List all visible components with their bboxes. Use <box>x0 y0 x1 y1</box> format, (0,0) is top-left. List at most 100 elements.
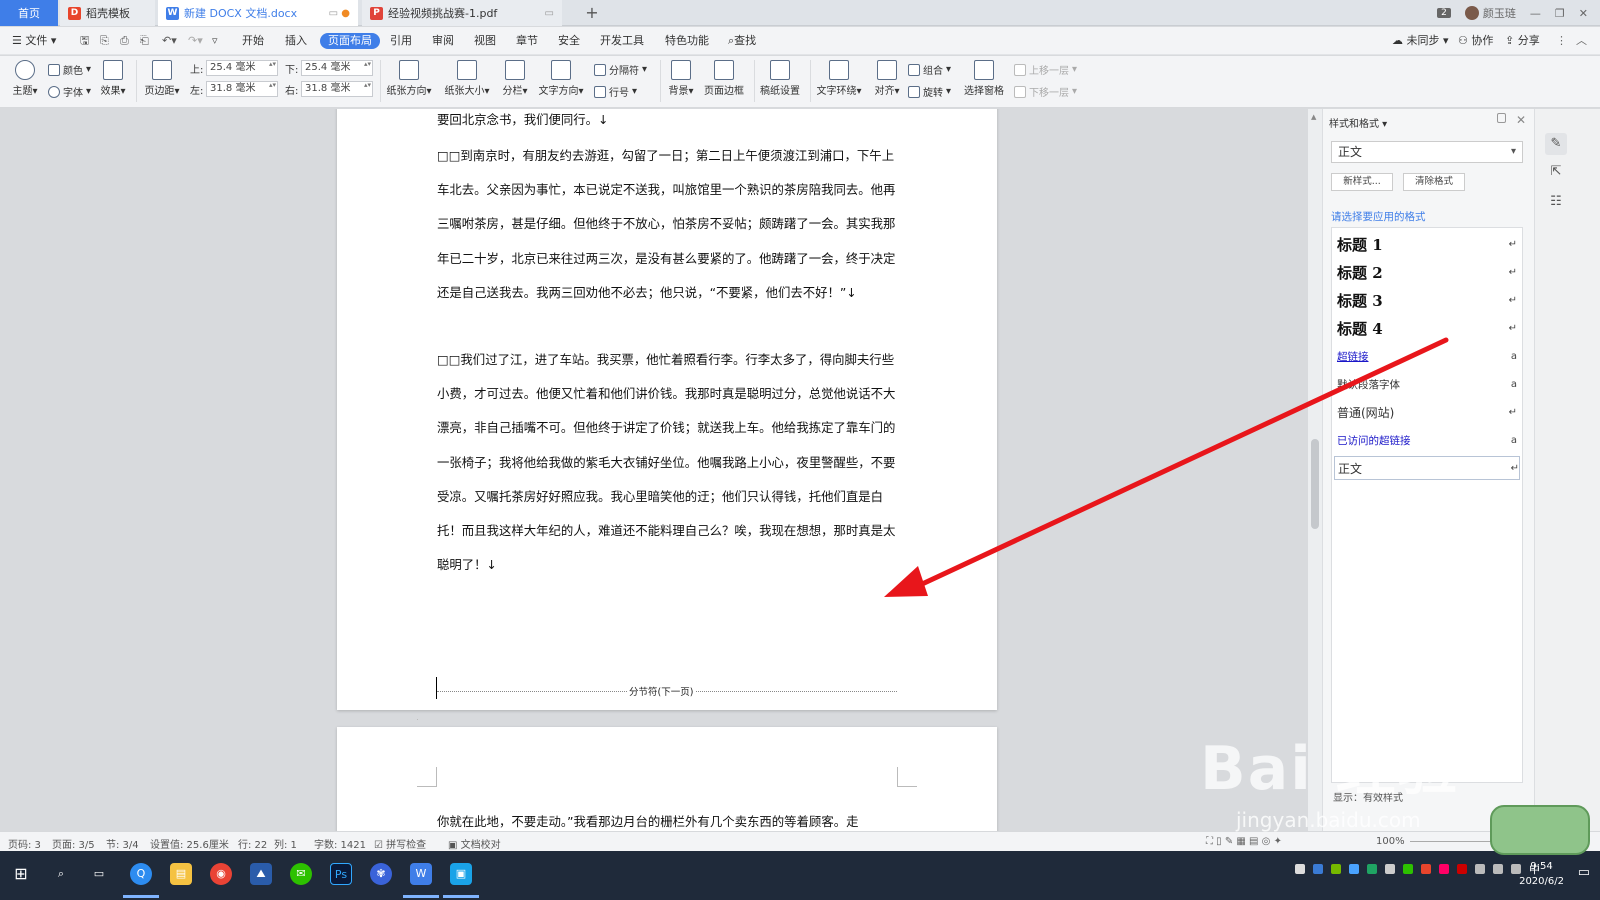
shield-icon[interactable] <box>1349 864 1359 874</box>
app-window-icon[interactable]: ▣ <box>450 863 472 885</box>
paragraph[interactable]: □□到南京时，有朋友约去游逛，勾留了一日；第二日上午便须渡江到浦口，下午上车北去… <box>437 139 897 310</box>
tray-icon[interactable] <box>1457 864 1467 874</box>
tray-icon[interactable] <box>1367 864 1377 874</box>
wechat-icon[interactable]: ✉ <box>290 863 312 885</box>
status-page[interactable]: 页面: 3/5 <box>52 836 95 851</box>
selection-pane-button[interactable]: 选择窗格 <box>962 60 1006 97</box>
menu-page-layout[interactable]: 页面布局 <box>320 33 380 49</box>
task-view-icon[interactable]: ▭ <box>88 863 110 885</box>
tab-document[interactable]: W 新建 DOCX 文档.docx ▭ ● <box>158 0 358 26</box>
columns-button[interactable]: 分栏▾ <box>498 60 532 97</box>
style-item[interactable]: 标题 2 ↵ <box>1337 260 1517 284</box>
paper-size-button[interactable]: 纸张大小▾ <box>442 60 492 97</box>
quick-format-icon[interactable]: ⎘ <box>100 33 109 49</box>
quick-save-icon[interactable]: 🖫 <box>80 33 89 49</box>
style-item[interactable]: 正文 ↵ <box>1334 456 1520 480</box>
breaks-button[interactable]: 分隔符 ▾ <box>594 62 647 77</box>
rotate-button[interactable]: 旋转 ▾ <box>908 84 951 99</box>
document-area[interactable]: 要回北京念书，我们便同行。↓ □□到南京时，有朋友约去游逛，勾留了一日；第二日上… <box>0 109 1320 831</box>
style-item[interactable]: 超链接 a <box>1337 344 1517 368</box>
chrome-icon[interactable]: ◉ <box>210 863 232 885</box>
wps-icon[interactable]: W <box>410 863 432 885</box>
settings-sliders-icon[interactable]: ☷ <box>1545 191 1567 213</box>
network-icon[interactable] <box>1475 864 1485 874</box>
style-item[interactable]: 已访问的超链接 a <box>1337 428 1517 452</box>
volume-icon[interactable] <box>1493 864 1503 874</box>
user-account[interactable]: 颜玉琏 <box>1464 5 1516 21</box>
new-style-button[interactable]: 新样式... <box>1331 173 1393 191</box>
right-margin-input[interactable]: 31.8 毫米 <box>301 81 373 97</box>
restore-icon[interactable]: ❐ <box>1555 7 1565 20</box>
paragraph[interactable]: □□我们过了江，进了车站。我买票，他忙着照看行李。行李太多了，得向脚夫行些小费，… <box>437 343 897 582</box>
menu-chapter[interactable]: 章节 <box>516 33 538 49</box>
scroll-up-icon[interactable]: ▲ <box>1311 113 1316 121</box>
menu-references[interactable]: 引用 <box>390 33 412 49</box>
menu-security[interactable]: 安全 <box>558 33 580 49</box>
minimize-icon[interactable]: — <box>1530 7 1541 20</box>
orientation-button[interactable]: 纸张方向▾ <box>384 60 434 97</box>
style-item[interactable]: 默认段落字体 a <box>1337 372 1517 396</box>
bring-forward-button[interactable]: 上移一层 ▾ <box>1014 62 1077 77</box>
spell-check-button[interactable]: ☑ 拼写检查 <box>374 836 426 851</box>
menu-special[interactable]: 特色功能 <box>665 33 709 49</box>
share-button[interactable]: ⇪ 分享 <box>1505 33 1540 49</box>
print-icon[interactable]: ⎙ <box>120 33 129 49</box>
background-button[interactable]: 背景▾ <box>664 60 698 97</box>
tab-pdf-window-icon[interactable]: ▭ <box>545 8 554 19</box>
text-direction-button[interactable]: 文字方向▾ <box>536 60 586 97</box>
window-count-badge[interactable]: 2 <box>1437 8 1451 18</box>
color-button[interactable]: 颜色 ▾ <box>48 62 91 77</box>
font-button[interactable]: 字体 ▾ <box>48 84 91 99</box>
panel-title[interactable]: 样式和格式 ▾ <box>1329 115 1387 130</box>
margins-button[interactable]: 页边距▾ <box>142 60 182 97</box>
image-app-icon[interactable]: ⛰ <box>250 863 272 885</box>
menu-insert[interactable]: 插入 <box>285 33 307 49</box>
status-words[interactable]: 字数: 1421 <box>314 836 366 851</box>
tray-icon[interactable] <box>1421 864 1431 874</box>
view-mode-icons[interactable]: ⛶ ▯ ✎ ▦ ▤ ◎ ✦ <box>1206 836 1282 847</box>
menu-review[interactable]: 审阅 <box>432 33 454 49</box>
style-item[interactable]: 标题 1 ↵ <box>1337 232 1517 256</box>
line-numbers-button[interactable]: 行号 ▾ <box>594 84 637 99</box>
style-item[interactable]: 标题 3 ↵ <box>1337 288 1517 312</box>
left-margin-input[interactable]: 31.8 毫米 <box>206 81 278 97</box>
notification-icon[interactable]: ▭ <box>1578 865 1590 880</box>
align-button[interactable]: 对齐▾ <box>870 60 904 97</box>
vertical-scrollbar[interactable]: ▲ <box>1308 109 1322 831</box>
manuscript-button[interactable]: 稿纸设置 <box>758 60 802 97</box>
page-border-button[interactable]: 页面边框 <box>702 60 746 97</box>
style-list[interactable]: 标题 1 ↵ 标题 2 ↵ 标题 3 ↵ 标题 4 ↵ 超链接 a 默认段落字体 a 普通(网站) ↵ 已访… <box>1331 227 1523 783</box>
clock[interactable]: 9:54 2020/6/2 <box>1519 859 1564 889</box>
top-margin-input[interactable]: 25.4 毫米 <box>206 60 278 76</box>
search-icon[interactable]: ⌕ <box>50 863 72 885</box>
customize-toolbar-icon[interactable]: ▿ <box>212 33 218 49</box>
baidu-icon[interactable]: ✾ <box>370 863 392 885</box>
tray-icon[interactable] <box>1313 864 1323 874</box>
system-tray[interactable]: 中 <box>1295 861 1540 877</box>
wechat-tray-icon[interactable] <box>1403 864 1413 874</box>
nvidia-icon[interactable] <box>1331 864 1341 874</box>
tray-icon[interactable] <box>1295 864 1305 874</box>
scrollbar-thumb[interactable] <box>1311 439 1319 529</box>
tab-home[interactable]: 首页 <box>0 0 58 26</box>
close-icon[interactable]: ✕ <box>1579 7 1588 20</box>
new-tab-button[interactable]: + <box>582 3 602 23</box>
current-style-select[interactable]: 正文 <box>1331 141 1523 163</box>
windows-start-icon[interactable]: ⊞ <box>10 863 32 885</box>
mic-icon[interactable] <box>1385 864 1395 874</box>
clear-format-button[interactable]: 清除格式 <box>1403 173 1465 191</box>
style-item[interactable]: 普通(网站) ↵ <box>1337 400 1517 424</box>
lock-icon[interactable] <box>1497 113 1506 123</box>
sync-status[interactable]: ☁ 未同步 ▾ <box>1392 33 1449 49</box>
show-styles-label[interactable]: 显示：有效样式 <box>1333 789 1403 804</box>
document-page[interactable]: 你就在此地，不要走动。”我看那边月台的栅栏外有几个卖东西的等着顾客。走 <box>337 727 997 831</box>
paragraph[interactable]: 你就在此地，不要走动。”我看那边月台的栅栏外有几个卖东西的等着顾客。走 <box>437 805 897 831</box>
bottom-margin-input[interactable]: 25.4 毫米 <box>301 60 373 76</box>
photoshop-icon[interactable]: Ps <box>330 863 352 885</box>
search-menu[interactable]: ⌕查找 <box>728 33 756 49</box>
menu-view[interactable]: 视图 <box>474 33 496 49</box>
paragraph[interactable]: 要回北京念书，我们便同行。↓ <box>437 109 897 137</box>
collab-button[interactable]: ⚇ 协作 <box>1458 33 1493 49</box>
send-backward-button[interactable]: 下移一层 ▾ <box>1014 84 1077 99</box>
more-icon[interactable]: ⋮ <box>1556 33 1567 49</box>
